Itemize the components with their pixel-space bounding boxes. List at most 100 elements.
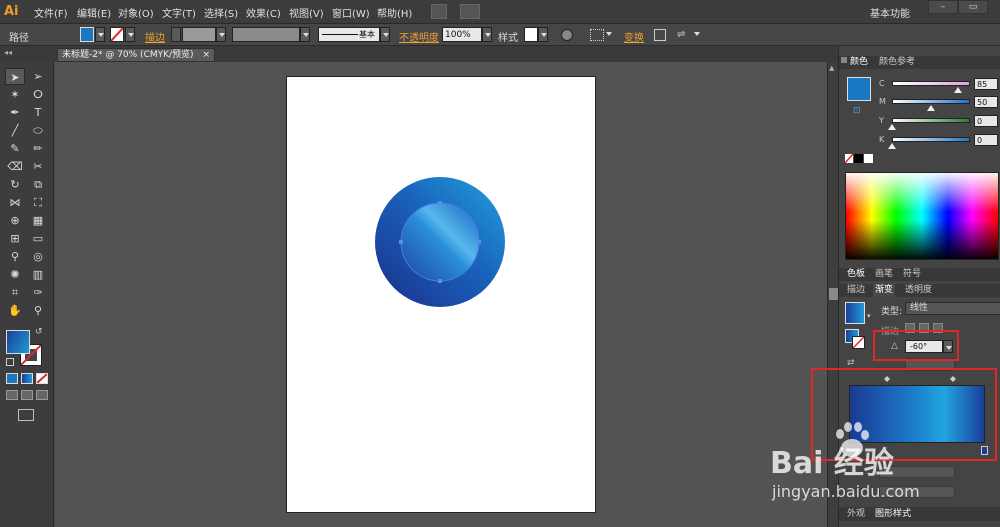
zoom-tool-icon[interactable]: ⚲: [28, 302, 48, 319]
tab-swatches[interactable]: 色板: [847, 268, 865, 281]
yellow-slider-knob[interactable]: [888, 124, 896, 130]
black-swatch[interactable]: [854, 154, 863, 163]
stroke-link[interactable]: 描边: [145, 33, 165, 44]
blob-brush-tool-icon[interactable]: ⌫: [5, 158, 25, 175]
eyedropper-tool-icon[interactable]: ⚲: [5, 248, 25, 265]
magenta-slider[interactable]: [892, 99, 970, 104]
none-swatch[interactable]: [844, 153, 854, 164]
blend-tool-icon[interactable]: ◎: [28, 248, 48, 265]
menu-window[interactable]: 窗口(W): [332, 5, 370, 20]
minimize-button[interactable]: –: [928, 0, 958, 14]
mesh-tool-icon[interactable]: ⊞: [5, 230, 25, 247]
out-of-gamut-icon[interactable]: ⊡: [853, 106, 861, 116]
gradient-thumbnail[interactable]: [845, 302, 865, 324]
gradient-stroke-box[interactable]: [852, 336, 865, 349]
tab-brushes[interactable]: 画笔: [875, 268, 893, 281]
tab-appearance[interactable]: 外观: [847, 508, 865, 521]
opacity-link[interactable]: 不透明度: [399, 33, 439, 44]
stroke-swatch[interactable]: [110, 27, 124, 42]
gradient-type-select[interactable]: 线性: [905, 302, 1000, 315]
rotate-tool-icon[interactable]: ↻: [5, 176, 25, 193]
variable-width-profile[interactable]: [232, 27, 300, 42]
scrollbar-thumb[interactable]: [829, 288, 838, 300]
gradient-mode-icon[interactable]: [21, 373, 33, 384]
cyan-slider[interactable]: [892, 81, 970, 86]
arrange-documents-icon[interactable]: [460, 4, 480, 19]
panel-options-dropdown[interactable]: [692, 27, 702, 42]
scale-tool-icon[interactable]: ⧉: [28, 176, 48, 193]
brush-definition[interactable]: 基本: [318, 27, 380, 42]
tab-color-guide[interactable]: 颜色参考: [879, 56, 915, 69]
menu-file[interactable]: 文件(F): [34, 5, 68, 20]
line-segment-tool-icon[interactable]: ╱: [5, 122, 25, 139]
shape-builder-tool-icon[interactable]: ⊕: [5, 212, 25, 229]
menu-select[interactable]: 选择(S): [204, 5, 238, 20]
draw-normal-icon[interactable]: [6, 390, 18, 400]
draw-inside-icon[interactable]: [36, 390, 48, 400]
collapse-toolbox-icon[interactable]: ◂◂: [4, 48, 12, 57]
swap-colors-icon[interactable]: ↺: [35, 327, 43, 337]
magenta-value[interactable]: 50: [974, 96, 998, 108]
color-spectrum[interactable]: [845, 172, 999, 260]
symbol-sprayer-tool-icon[interactable]: ✺: [5, 266, 25, 283]
graphic-style-swatch[interactable]: [524, 27, 538, 42]
default-colors-icon[interactable]: [6, 358, 14, 366]
yellow-value[interactable]: 0: [974, 115, 998, 127]
color-mode-icon[interactable]: [6, 373, 18, 384]
column-graph-tool-icon[interactable]: ▥: [28, 266, 48, 283]
stroke-weight-field[interactable]: [182, 27, 216, 42]
stroke-dropdown[interactable]: [125, 27, 135, 42]
brush-dropdown[interactable]: [380, 27, 390, 42]
ellipse-tool-icon[interactable]: ⬭: [28, 122, 48, 139]
tab-graphic-styles[interactable]: 图形样式: [875, 508, 911, 521]
tab-symbols[interactable]: 符号: [903, 268, 921, 281]
black-slider[interactable]: [892, 137, 970, 142]
slice-tool-icon[interactable]: ✑: [28, 284, 48, 301]
cyan-slider-knob[interactable]: [954, 87, 963, 93]
menu-view[interactable]: 视图(V): [289, 5, 324, 20]
recolor-icon[interactable]: [561, 29, 573, 41]
restore-button[interactable]: ▭: [958, 0, 988, 14]
pencil-tool-icon[interactable]: ✏: [28, 140, 48, 157]
bridge-icon[interactable]: [431, 4, 447, 19]
cyan-value[interactable]: 85: [974, 78, 998, 90]
yellow-slider[interactable]: [892, 118, 970, 123]
opacity-field[interactable]: 100%: [442, 27, 482, 42]
menu-object[interactable]: 对象(O): [118, 5, 154, 20]
magic-wand-tool-icon[interactable]: ✶: [5, 86, 25, 103]
gradient-tool-icon[interactable]: ▭: [28, 230, 48, 247]
none-mode-icon[interactable]: [36, 373, 48, 384]
fill-color-box[interactable]: [6, 330, 30, 354]
reverse-gradient-icon[interactable]: ⇄: [847, 358, 855, 368]
align-icon[interactable]: [590, 29, 604, 41]
screen-mode-icon[interactable]: [18, 409, 34, 421]
magenta-slider-knob[interactable]: [927, 105, 935, 111]
variable-width-dropdown[interactable]: [300, 27, 310, 42]
align-dropdown[interactable]: [604, 27, 614, 42]
tab-stroke[interactable]: 描边: [847, 284, 865, 297]
current-color-swatch[interactable]: [847, 77, 871, 101]
artboard-tool-icon[interactable]: ⌗: [5, 284, 25, 301]
tab-color[interactable]: 颜色: [850, 56, 868, 69]
menu-help[interactable]: 帮助(H): [377, 5, 412, 20]
black-value[interactable]: 0: [974, 134, 998, 146]
type-tool-icon[interactable]: T: [28, 104, 48, 121]
opacity-dropdown[interactable]: [482, 27, 492, 42]
isolate-icon[interactable]: [654, 29, 666, 41]
panel-options-icon[interactable]: ⇌: [677, 29, 691, 41]
width-tool-icon[interactable]: ⋈: [5, 194, 25, 211]
menu-edit[interactable]: 编辑(E): [77, 5, 111, 20]
white-swatch[interactable]: [864, 154, 873, 163]
direct-selection-tool-icon[interactable]: ➢: [28, 68, 48, 85]
selection-tool-icon[interactable]: ➤: [5, 68, 25, 85]
draw-behind-icon[interactable]: [21, 390, 33, 400]
scroll-up-icon[interactable]: ▲: [829, 64, 834, 72]
menu-type[interactable]: 文字(T): [162, 5, 196, 20]
pen-tool-icon[interactable]: ✒: [5, 104, 25, 121]
stroke-weight-stepper[interactable]: [171, 27, 181, 42]
lasso-tool-icon[interactable]: ⵔ: [28, 86, 48, 103]
gradient-thumbnail-dropdown[interactable]: ▾: [867, 312, 871, 320]
graphic-style-dropdown[interactable]: [538, 27, 548, 42]
hand-tool-icon[interactable]: ✋: [5, 302, 25, 319]
fill-dropdown[interactable]: [95, 27, 105, 42]
